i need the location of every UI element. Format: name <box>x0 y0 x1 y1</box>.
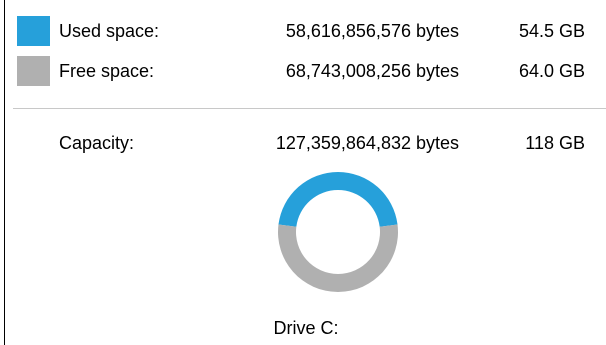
disk-usage-donut-chart <box>278 171 398 292</box>
capacity-label: Capacity: <box>59 133 135 153</box>
used-space-color-swatch <box>17 16 50 46</box>
capacity-row: Capacity: 127,359,864,832 bytes 118 GB <box>5 128 606 158</box>
free-space-size: 64.0 GB <box>518 61 585 81</box>
used-space-bytes: 58,616,856,576 bytes <box>285 21 459 41</box>
drive-properties-panel: Used space: 58,616,856,576 bytes 54.5 GB… <box>4 0 606 345</box>
capacity-size: 118 GB <box>525 133 585 153</box>
used-space-row: Used space: 58,616,856,576 bytes 54.5 GB <box>5 16 606 46</box>
used-space-label: Used space: <box>59 21 160 41</box>
free-space-color-swatch <box>17 56 50 86</box>
divider <box>13 108 606 109</box>
capacity-bytes: 127,359,864,832 bytes <box>275 133 459 153</box>
donut-slice-used <box>278 171 398 227</box>
free-space-label: Free space: <box>59 61 155 81</box>
free-space-row: Free space: 68,743,008,256 bytes 64.0 GB <box>5 56 606 86</box>
donut-slice-free <box>278 224 398 292</box>
free-space-bytes: 68,743,008,256 bytes <box>285 61 459 81</box>
drive-label: Drive C: <box>273 318 339 338</box>
used-space-size: 54.5 GB <box>518 21 585 41</box>
